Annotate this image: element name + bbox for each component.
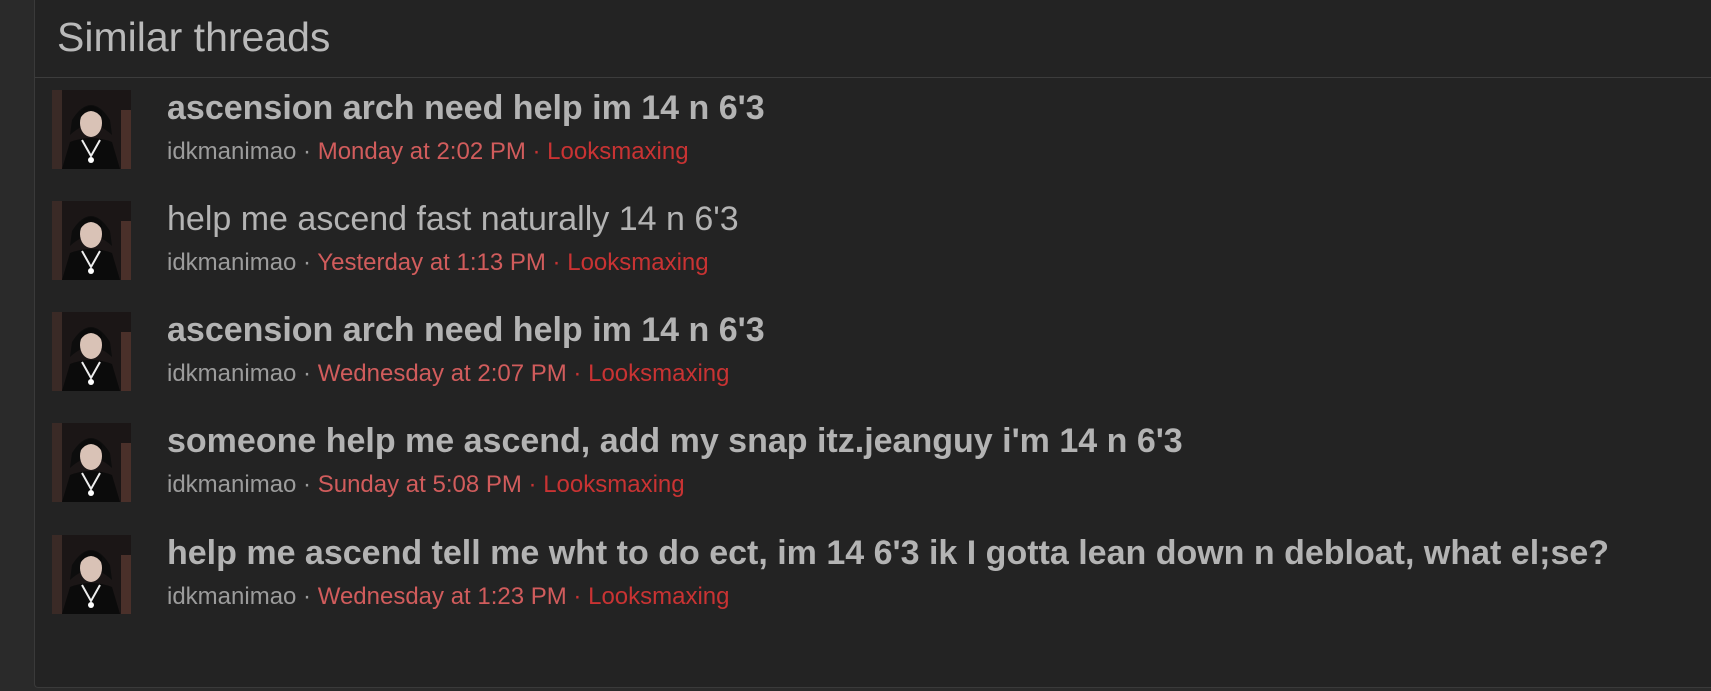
thread-date: Wednesday at 1:23 PM — [317, 583, 567, 610]
thread-meta: idkmanimao · Monday at 2:02 PM · Looksma… — [167, 137, 1687, 167]
thread-meta: idkmanimao · Yesterday at 1:13 PM · Look… — [167, 248, 1687, 278]
panel-header: Similar threads — [35, 0, 1711, 78]
user-avatar-icon[interactable] — [52, 201, 131, 280]
thread-title-link[interactable]: ascension arch need help im 14 n 6'3 — [167, 304, 1687, 356]
meta-separator: · — [296, 138, 318, 165]
thread-body: someone help me ascend, add my snap itz.… — [167, 422, 1687, 500]
thread-date: Yesterday at 1:13 PM — [317, 249, 546, 276]
meta-separator: · — [296, 583, 318, 610]
thread-title-link[interactable]: someone help me ascend, add my snap itz.… — [167, 415, 1687, 467]
thread-meta: idkmanimao · Sunday at 5:08 PM · Looksma… — [167, 470, 1687, 500]
thread-body: ascension arch need help im 14 n 6'3 idk… — [167, 89, 1687, 167]
user-avatar-icon[interactable] — [52, 535, 131, 614]
thread-body: ascension arch need help im 14 n 6'3 idk… — [167, 311, 1687, 389]
thread-forum-link[interactable]: Looksmaxing — [588, 360, 729, 387]
similar-threads-panel: Similar threads ascension arch need help… — [34, 0, 1711, 688]
thread-forum-link[interactable]: Looksmaxing — [547, 138, 688, 165]
thread-date: Monday at 2:02 PM — [317, 138, 526, 165]
thread-author-link[interactable]: idkmanimao — [167, 583, 296, 610]
meta-separator: · — [296, 360, 318, 387]
meta-separator: · — [521, 471, 544, 498]
left-gutter — [0, 0, 34, 691]
thread-body: help me ascend fast naturally 14 n 6'3 i… — [167, 200, 1687, 278]
thread-author-link[interactable]: idkmanimao — [167, 249, 296, 276]
thread-body: help me ascend tell me wht to do ect, im… — [167, 534, 1687, 612]
user-avatar-icon[interactable] — [52, 423, 131, 502]
section-title: Similar threads — [57, 14, 331, 60]
thread-date: Wednesday at 2:07 PM — [317, 360, 567, 387]
thread-meta: idkmanimao · Wednesday at 2:07 PM · Look… — [167, 359, 1687, 389]
thread-date: Sunday at 5:08 PM — [317, 471, 522, 498]
meta-separator: · — [566, 360, 589, 387]
thread-title-link[interactable]: help me ascend fast naturally 14 n 6'3 — [167, 193, 1687, 245]
meta-separator: · — [566, 583, 589, 610]
user-avatar-icon[interactable] — [52, 90, 131, 169]
meta-separator: · — [525, 138, 548, 165]
thread-author-link[interactable]: idkmanimao — [167, 471, 296, 498]
thread-forum-link[interactable]: Looksmaxing — [567, 249, 708, 276]
meta-separator: · — [296, 471, 318, 498]
thread-title-link[interactable]: ascension arch need help im 14 n 6'3 — [167, 82, 1687, 134]
thread-meta: idkmanimao · Wednesday at 1:23 PM · Look… — [167, 582, 1687, 612]
meta-separator: · — [296, 249, 318, 276]
thread-author-link[interactable]: idkmanimao — [167, 138, 296, 165]
user-avatar-icon[interactable] — [52, 312, 131, 391]
thread-author-link[interactable]: idkmanimao — [167, 360, 296, 387]
thread-forum-link[interactable]: Looksmaxing — [588, 583, 729, 610]
meta-separator: · — [545, 249, 568, 276]
thread-forum-link[interactable]: Looksmaxing — [543, 471, 684, 498]
thread-title-link[interactable]: help me ascend tell me wht to do ect, im… — [167, 527, 1687, 579]
